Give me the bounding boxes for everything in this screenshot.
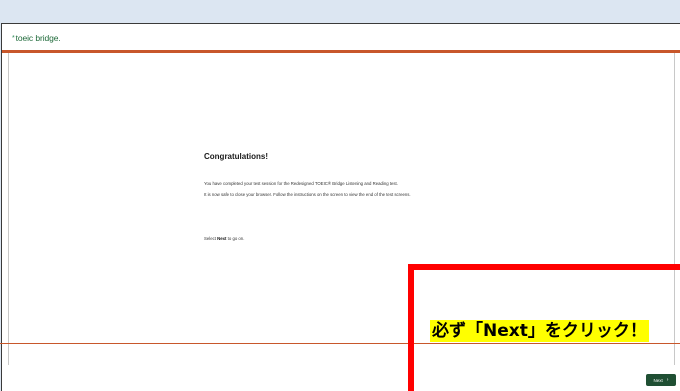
click-next-callout: 必ず「Next」をクリック！ <box>430 320 649 342</box>
chevron-right-icon: › <box>666 377 669 383</box>
close-browser-message: It is now safe to close your browser. Fo… <box>204 192 411 197</box>
toeic-bridge-logo: *toeic bridge. <box>12 33 61 43</box>
header-bar: *toeic bridge. <box>2 24 680 51</box>
logo-text: toeic bridge. <box>15 33 61 43</box>
next-button[interactable]: Next › <box>646 374 676 386</box>
next-button-label: Next <box>653 377 663 383</box>
page-title: Congratulations! <box>204 152 268 161</box>
completion-message: You have completed your test session for… <box>204 181 398 186</box>
content-panel <box>8 53 675 365</box>
next-instruction-suffix: to go on. <box>226 236 245 241</box>
next-instruction-prefix: Select <box>204 236 218 241</box>
logo-star-icon: * <box>12 35 15 42</box>
footer-divider <box>0 343 680 344</box>
next-instruction: Select Next to go on. <box>204 236 244 241</box>
